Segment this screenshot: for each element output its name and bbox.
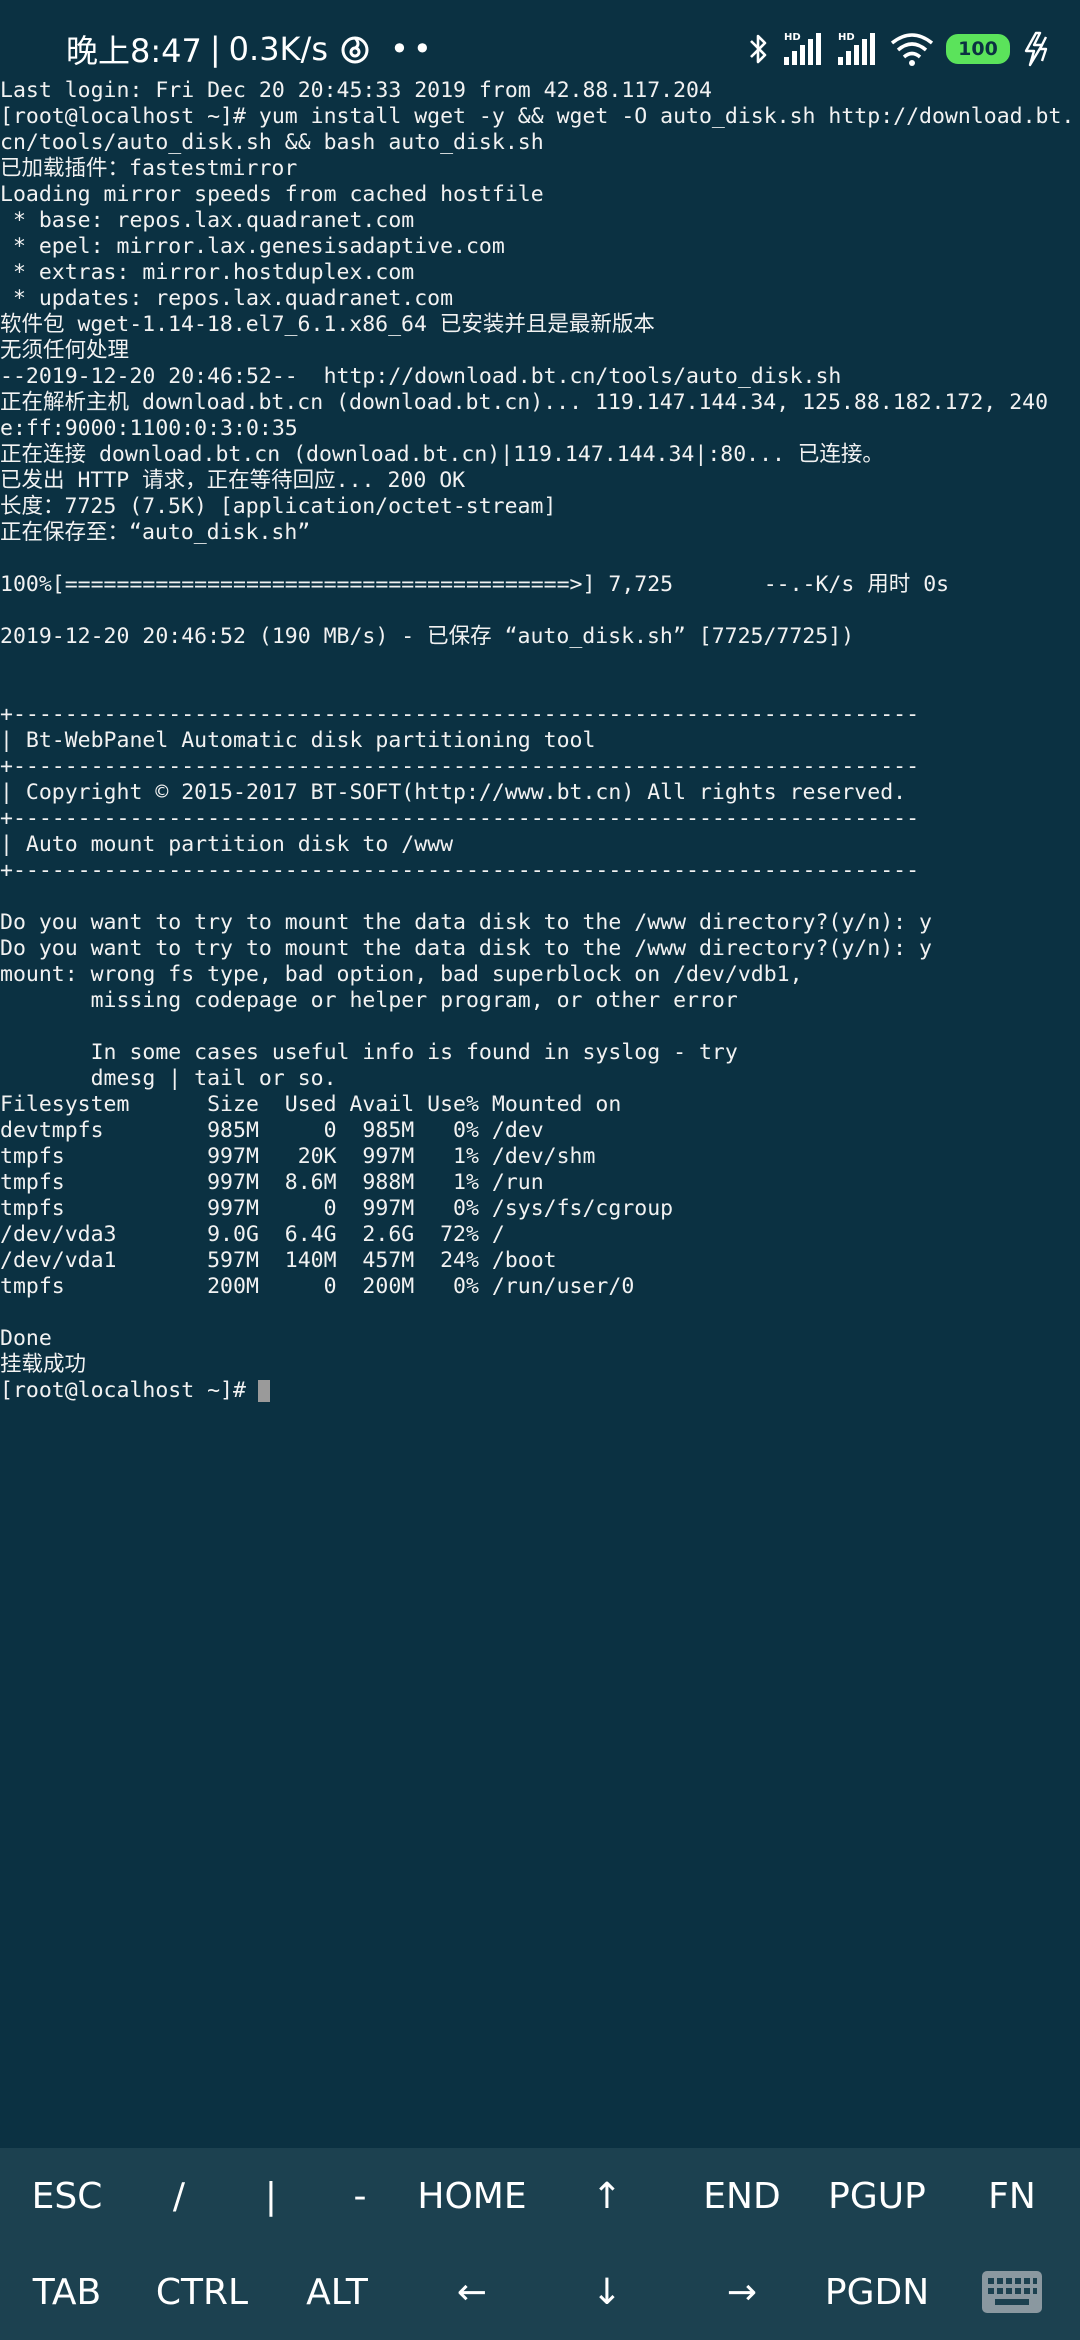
key-home[interactable]: HOME xyxy=(417,2148,526,2244)
terminal-line: 正在解析主机 download.bt.cn (download.bt.cn)..… xyxy=(0,390,1049,415)
terminal-line: | Auto mount partition disk to /www xyxy=(0,832,454,857)
terminal-line: +---------------------------------------… xyxy=(0,702,920,727)
key-pgup[interactable]: PGUP xyxy=(828,2148,926,2244)
terminal-line: 软件包 wget-1.14-18.el7_6.1.x86_64 已安装并且是最新… xyxy=(0,312,655,337)
terminal-line: * extras: mirror.hostduplex.com xyxy=(0,260,415,285)
charging-icon xyxy=(1024,31,1048,67)
terminal-line: 挂载成功 xyxy=(0,1352,87,1377)
key-ctrl[interactable]: CTRL xyxy=(156,2244,248,2340)
battery-icon: 100 xyxy=(946,34,1010,64)
key-esc[interactable]: ESC xyxy=(32,2148,103,2244)
key-alt[interactable]: ALT xyxy=(306,2244,368,2340)
shell-prompt: [root@localhost ~]# xyxy=(0,1378,246,1403)
svg-text:HD: HD xyxy=(838,32,855,43)
hd-signal-icon: HD xyxy=(784,32,821,65)
terminal-line: Do you want to try to mount the data dis… xyxy=(0,910,932,935)
terminal-line: Do you want to try to mount the data dis… xyxy=(0,936,932,961)
terminal-line: +---------------------------------------… xyxy=(0,858,920,883)
terminal-line: * epel: mirror.lax.genesisadaptive.com xyxy=(0,234,505,259)
key-tab[interactable]: TAB xyxy=(33,2244,102,2340)
terminal-line: --2019-12-20 20:46:52-- http://download.… xyxy=(0,364,842,389)
network-activity-icon xyxy=(341,36,369,64)
terminal-line: 100%[===================================… xyxy=(0,572,950,597)
key-pipe[interactable]: | xyxy=(265,2148,277,2244)
terminal-line: 已加载插件：fastestmirror xyxy=(0,156,298,181)
more-notifications-icon: •• xyxy=(389,30,436,68)
extra-keys-row-2: TAB CTRL ALT ← ↓ → PGDN xyxy=(0,2244,1080,2340)
terminal-line: 正在保存至：“auto_disk.sh” xyxy=(0,520,311,545)
keyboard-icon[interactable] xyxy=(981,2244,1043,2340)
terminal-line: tmpfs 997M 0 997M 0% /sys/fs/cgroup xyxy=(0,1196,674,1221)
terminal-output[interactable]: Last login: Fri Dec 20 20:45:33 2019 fro… xyxy=(0,78,1080,2138)
keyboard-glyph xyxy=(982,2271,1042,2313)
bluetooth-icon xyxy=(750,34,767,64)
key-pgdn[interactable]: PGDN xyxy=(825,2244,929,2340)
key-dash[interactable]: - xyxy=(354,2148,367,2244)
terminal-line: 已发出 HTTP 请求，正在等待回应... 200 OK xyxy=(0,468,466,493)
terminal-line: devtmpfs 985M 0 985M 0% /dev xyxy=(0,1118,544,1143)
terminal-line: /dev/vda3 9.0G 6.4G 2.6G 72% / xyxy=(0,1222,505,1247)
key-fn[interactable]: FN xyxy=(988,2148,1036,2244)
terminal-line: +---------------------------------------… xyxy=(0,806,920,831)
terminal-line: Filesystem Size Used Avail Use% Mounted … xyxy=(0,1092,622,1117)
terminal-line: Last login: Fri Dec 20 20:45:33 2019 fro… xyxy=(0,78,712,103)
status-separator: | xyxy=(209,30,221,68)
status-right: HD HD 100 xyxy=(748,28,1052,70)
key-up[interactable]: ↑ xyxy=(592,2148,622,2244)
terminal-prompt-line[interactable]: [root@localhost ~]# xyxy=(0,1378,1080,1404)
terminal-line: 2019-12-20 20:46:52 (190 MB/s) - 已保存 “au… xyxy=(0,624,855,649)
terminal-line: tmpfs 997M 8.6M 988M 1% /run xyxy=(0,1170,544,1195)
terminal-line: tmpfs 997M 20K 997M 1% /dev/shm xyxy=(0,1144,596,1169)
battery-level: 100 xyxy=(958,38,998,60)
key-right[interactable]: → xyxy=(727,2244,757,2340)
terminal-line: e:ff:9000:1100:0:3:0:35 xyxy=(0,416,298,441)
terminal-line: 长度：7725 (7.5K) [application/octet-stream… xyxy=(0,494,557,519)
terminal-line: 正在连接 download.bt.cn (download.bt.cn)|119… xyxy=(0,442,884,467)
terminal-line: missing codepage or helper program, or o… xyxy=(0,988,738,1013)
terminal-line: Loading mirror speeds from cached hostfi… xyxy=(0,182,544,207)
wifi-icon xyxy=(890,33,934,66)
svg-text:HD: HD xyxy=(784,32,801,43)
terminal-line: * base: repos.lax.quadranet.com xyxy=(0,208,415,233)
clock: 晚上8:47 xyxy=(66,32,202,70)
terminal-line: dmesg | tail or so. xyxy=(0,1066,337,1091)
terminal-line: [root@localhost ~]# yum install wget -y … xyxy=(0,104,1075,129)
text-cursor xyxy=(257,1380,270,1402)
extra-keys-bar: ESC / | - HOME ↑ END PGUP FN TAB CTRL AL… xyxy=(0,2148,1080,2340)
hd-signal-icon: HD xyxy=(838,32,875,65)
terminal-line: cn/tools/auto_disk.sh && bash auto_disk.… xyxy=(0,130,544,155)
terminal-line: mount: wrong fs type, bad option, bad su… xyxy=(0,962,803,987)
key-slash[interactable]: / xyxy=(173,2148,185,2244)
terminal-line: | Bt-WebPanel Automatic disk partitionin… xyxy=(0,728,596,753)
key-end[interactable]: END xyxy=(703,2148,780,2244)
terminal-line: * updates: repos.lax.quadranet.com xyxy=(0,286,454,311)
key-down[interactable]: ↓ xyxy=(592,2244,622,2340)
terminal-line: | Copyright © 2015-2017 BT-SOFT(http://w… xyxy=(0,780,907,805)
terminal-line: tmpfs 200M 0 200M 0% /run/user/0 xyxy=(0,1274,635,1299)
status-left: 晚上8:47 | 0.3K/s •• xyxy=(66,24,436,74)
terminal-line: 无须任何处理 xyxy=(0,338,130,363)
terminal-line: Done xyxy=(0,1326,52,1351)
terminal-line: +---------------------------------------… xyxy=(0,754,920,779)
key-left[interactable]: ← xyxy=(457,2244,487,2340)
terminal-line: In some cases useful info is found in sy… xyxy=(0,1040,738,1065)
terminal-line: /dev/vda1 597M 140M 457M 24% /boot xyxy=(0,1248,557,1273)
network-speed: 0.3K/s xyxy=(228,30,328,68)
extra-keys-row-1: ESC / | - HOME ↑ END PGUP FN xyxy=(0,2148,1080,2244)
